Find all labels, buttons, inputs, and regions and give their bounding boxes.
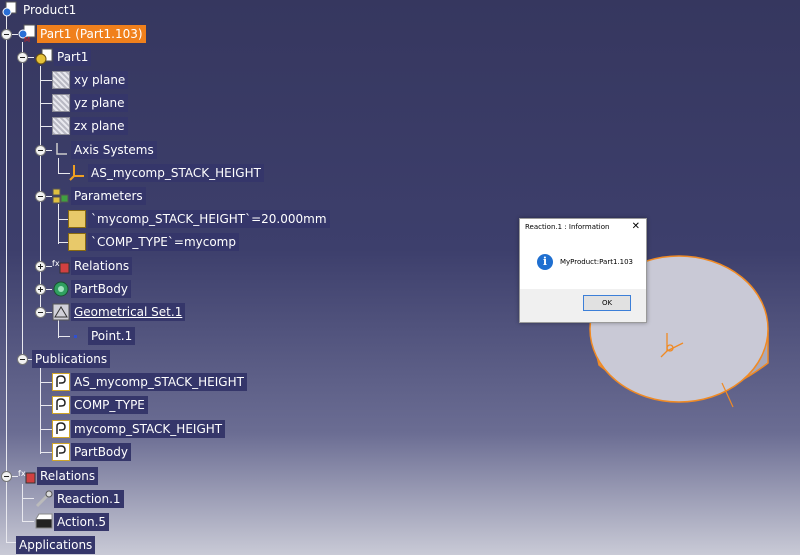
tree-item-xy-plane[interactable]: xy plane: [71, 71, 129, 89]
svg-text:fx: fx: [52, 259, 60, 268]
tree-item-publications[interactable]: Publications: [32, 350, 111, 368]
info-icon: i: [537, 254, 553, 270]
svg-text:fx: fx: [18, 469, 26, 478]
tree-item-axis-systems[interactable]: Axis Systems: [71, 141, 157, 159]
tree-item-relations-part[interactable]: Relations: [71, 257, 133, 275]
tree-line-axis: [58, 158, 59, 174]
action-icon: [35, 513, 53, 531]
tree-item-param-height[interactable]: `mycomp_STACK_HEIGHT`=20.000mm: [88, 210, 330, 228]
collapse-toggle-geoset[interactable]: [35, 307, 46, 318]
tree-item-applications[interactable]: Applications: [16, 536, 96, 554]
plane-icon: [52, 71, 70, 89]
tree-item-partbody[interactable]: PartBody: [71, 280, 131, 298]
relations-icon: fx: [52, 257, 70, 275]
tree-line-params: [58, 204, 59, 244]
tree-h: [22, 521, 34, 522]
partbody-icon: [52, 280, 70, 298]
tree-h: [40, 429, 52, 430]
publication-icon: [52, 443, 70, 461]
close-icon[interactable]: ✕: [632, 221, 640, 232]
axis-systems-icon: [52, 140, 70, 158]
tree-item-publication[interactable]: AS_mycomp_STACK_HEIGHT: [71, 373, 247, 391]
tree-item-geoset[interactable]: Geometrical Set.1: [71, 303, 186, 321]
expand-toggle-partbody[interactable]: [35, 284, 46, 295]
tree-h: [40, 126, 52, 127]
tree-item-action[interactable]: Action.5: [54, 513, 110, 531]
tree-h: [40, 382, 52, 383]
tree-h: [40, 452, 52, 453]
parameter-icon: [68, 233, 86, 251]
part-icon: [35, 48, 53, 66]
collapse-toggle-axis-systems[interactable]: [35, 145, 46, 156]
tree-h: [40, 80, 52, 81]
tree-item-relations[interactable]: Relations: [37, 467, 99, 485]
plane-icon: [52, 94, 70, 112]
geometrical-set-icon: [52, 303, 70, 321]
tree-item-publication[interactable]: mycomp_STACK_HEIGHT: [71, 420, 226, 438]
collapse-toggle-part[interactable]: [17, 52, 28, 63]
tree-item-parameters[interactable]: Parameters: [71, 187, 146, 205]
collapse-toggle-parameters[interactable]: [35, 191, 46, 202]
tree-item-publication[interactable]: PartBody: [71, 443, 131, 461]
collapse-toggle-relations[interactable]: [1, 471, 12, 482]
parameters-icon: [52, 187, 70, 205]
tree-item-part[interactable]: Part1: [54, 48, 92, 66]
tree-item-part-instance[interactable]: Part1 (Part1.103): [37, 25, 146, 43]
tree-item-reaction[interactable]: Reaction.1: [54, 490, 124, 508]
tree-line-publications: [40, 368, 41, 454]
tree-line-relations: [22, 484, 23, 522]
tree-h: [40, 405, 52, 406]
tree-item-yz-plane[interactable]: yz plane: [71, 94, 128, 112]
point-icon: [70, 330, 82, 342]
collapse-toggle-part-instance[interactable]: [1, 29, 12, 40]
tree-item-param-type[interactable]: `COMP_TYPE`=mycomp: [88, 233, 239, 251]
ok-button[interactable]: OK: [583, 295, 631, 311]
relations-icon: fx: [18, 467, 36, 485]
tree-h: [58, 336, 70, 337]
dialog-title: Reaction.1 : Information: [525, 223, 610, 231]
part-instance-icon: M: [18, 24, 36, 44]
tree-item-zx-plane[interactable]: zx plane: [71, 117, 128, 135]
tree-item-publication[interactable]: COMP_TYPE: [71, 396, 148, 414]
tree-item-product[interactable]: Product1: [20, 1, 79, 19]
reaction-icon: [35, 490, 53, 508]
tree-line-root: [6, 14, 7, 542]
product-icon: [2, 1, 18, 17]
publication-icon: [52, 373, 70, 391]
parameter-icon: [68, 210, 86, 228]
dialog-message: MyProduct:Part1.103: [560, 258, 633, 266]
tree-h: [22, 498, 34, 499]
information-dialog: Reaction.1 : Information ✕ i MyProduct:P…: [519, 218, 647, 323]
tree-item-point[interactable]: Point.1: [88, 327, 136, 345]
publication-icon: [52, 396, 70, 414]
tree-h: [40, 103, 52, 104]
svg-text:M: M: [24, 36, 30, 42]
tree-line-part-instance: [22, 42, 23, 360]
axis-system-icon: [68, 163, 86, 181]
plane-icon: [52, 117, 70, 135]
expand-toggle-relations[interactable]: [35, 261, 46, 272]
publication-icon: [52, 420, 70, 438]
collapse-toggle-publications[interactable]: [17, 354, 28, 365]
tree-item-axis-system[interactable]: AS_mycomp_STACK_HEIGHT: [88, 164, 264, 182]
